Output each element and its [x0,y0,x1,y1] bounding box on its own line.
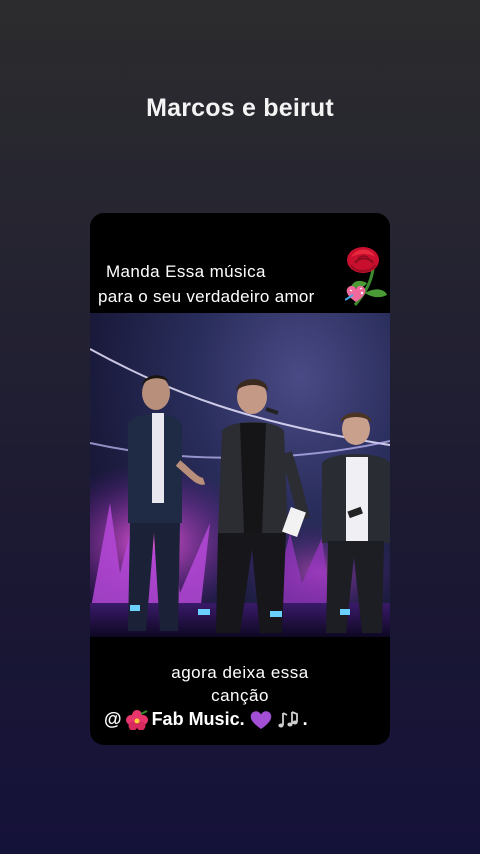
credit-tag[interactable]: @ Fab Music. . [104,709,308,730]
top-caption: Manda Essa música para o seu verdadeiro … [90,213,390,313]
story-title: Marcos e beirut [146,94,334,122]
video-card[interactable]: Manda Essa música para o seu verdadeiro … [90,213,390,745]
hibiscus-icon [125,709,148,730]
top-caption-line-2: para o seu verdadeiro amor [98,287,315,306]
mention-symbol: @ [104,709,122,729]
concert-video[interactable] [90,313,390,637]
credit-name: Fab Music. [151,709,245,729]
sparkling-heart-icon [345,285,366,302]
credit-suffix: . [302,709,308,729]
concert-scene [90,348,390,637]
purple-heart-icon [250,710,271,729]
bottom-caption-line-2: canção [211,686,269,705]
music-notes-icon [277,710,298,727]
top-caption-line-1: Manda Essa música [106,262,266,281]
bottom-caption: agora deixa essa canção @ Fab Music. . [90,637,390,745]
bottom-caption-line-1: agora deixa essa [171,663,309,682]
